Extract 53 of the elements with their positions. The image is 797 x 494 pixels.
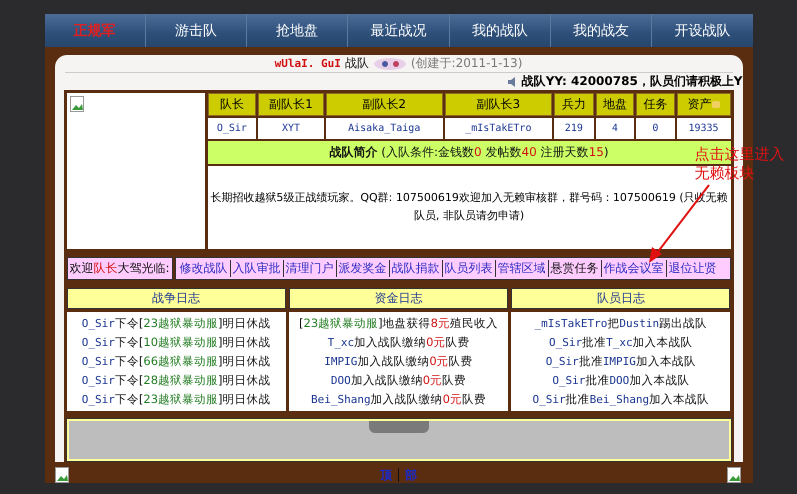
admin-link[interactable]: 入队审批	[230, 260, 283, 277]
log-entry: O_Sir下令[28越狱暴动服]明日休战	[80, 372, 272, 389]
table-cell: 0	[636, 118, 675, 139]
table-cell: _mIsTakETro	[444, 118, 552, 139]
broken-image-icon	[726, 467, 742, 483]
team-suffix: 战队	[344, 55, 369, 72]
log-header: 资金日志	[288, 288, 508, 309]
table-cell: 219	[554, 118, 594, 139]
log-entry: O_Sir批准IMPIG加入本战队	[544, 353, 697, 370]
log-entry: O_Sir下令[23越狱暴动服]明日休战	[80, 391, 272, 408]
column-header: 兵力	[554, 93, 594, 116]
broken-image-icon	[70, 96, 86, 112]
log-header: 战争日志	[66, 288, 286, 309]
table-cell: XYT	[258, 118, 324, 139]
table-cell: Aisaka_Taiga	[326, 118, 443, 139]
announcement: 战队YY: 42000785，队员们请积极上Y	[522, 73, 742, 90]
column-header: 队长	[208, 93, 256, 116]
team-name: wUlaI. GuI	[274, 57, 341, 70]
log-entry: [23越狱暴动服]地盘获得8元殖民收入	[298, 315, 499, 332]
log-entry: Bei_Shang加入战队缴纳0元队费	[310, 391, 487, 408]
admin-link[interactable]: 悬赏任务	[548, 260, 601, 277]
admin-link[interactable]: 退位让贤	[666, 260, 719, 277]
admin-link[interactable]: 队员列表	[442, 260, 495, 277]
column-header: 副队长1	[258, 93, 324, 116]
log-entry: T_xc加入战队缴纳0元队费	[326, 334, 470, 351]
welcome-text: 欢迎队长大驾光临:	[66, 257, 173, 280]
admin-link[interactable]: 修改战队	[178, 260, 230, 277]
table-cell: 4	[596, 118, 634, 139]
log-entry: O_Sir批准Bei_Shang加入本战队	[531, 391, 710, 408]
log-entry: IMPIG加入战队缴纳0元队费	[323, 353, 474, 370]
admin-link[interactable]: 战队捐款	[388, 260, 442, 277]
log-entry: O_Sir批准DOO加入本战队	[551, 372, 690, 389]
column-header: 任务	[636, 93, 675, 116]
log-entry: O_Sir批准T_xc加入本战队	[548, 334, 694, 351]
log-entry: O_Sir下令[66越狱暴动服]明日休战	[80, 353, 272, 370]
column-header: 资产	[676, 93, 730, 116]
broken-image-icon	[54, 467, 70, 483]
column-header: 副队长2	[326, 93, 443, 116]
table-cell: 19335	[676, 118, 730, 139]
admin-link[interactable]: 派发奖金	[336, 260, 389, 277]
admin-link[interactable]: 管辖区域	[494, 260, 548, 277]
admin-link[interactable]: 清理门户	[282, 260, 336, 277]
log-entry: DOO加入战队缴纳0元队费	[330, 372, 468, 389]
created-date: (创建于:2011-1-13)	[410, 55, 522, 72]
log-entry: _mIsTakETro把Dustin踢出战队	[534, 315, 708, 332]
column-header: 副队长3	[444, 93, 552, 116]
log-entry: O_Sir下令[23越狱暴动服]明日休战	[80, 315, 272, 332]
table-cell: O_Sir	[208, 118, 256, 139]
column-header: 地盘	[596, 93, 634, 116]
emblem-icon	[372, 56, 407, 70]
coin-icon	[712, 100, 720, 108]
log-header: 队员日志	[511, 288, 730, 309]
log-entry: O_Sir下令[10越狱暴动服]明日休战	[80, 334, 272, 351]
